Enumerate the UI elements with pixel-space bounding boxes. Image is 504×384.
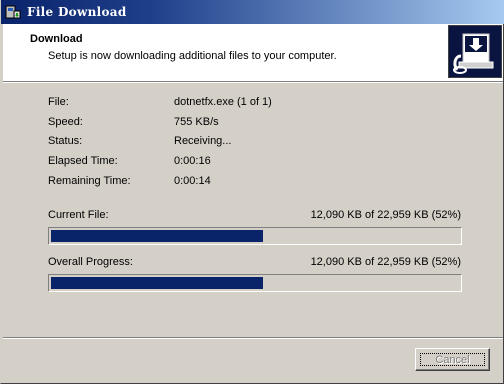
status-value: Receiving... <box>174 135 232 147</box>
header-banner: Download Setup is now downloading additi… <box>3 24 503 82</box>
elapsed-time-value: 0:00:16 <box>174 155 211 167</box>
elapsed-time-label: Elapsed Time: <box>48 155 118 167</box>
overall-progress-fill <box>51 277 263 289</box>
current-file-progress-fill <box>51 230 263 242</box>
file-value: dotnetfx.exe (1 of 1) <box>174 96 272 108</box>
overall-progress-status: 12,090 KB of 22,959 KB (52%) <box>310 256 461 268</box>
current-file-status: 12,090 KB of 22,959 KB (52%) <box>310 209 461 221</box>
page-heading: Download <box>30 33 83 45</box>
window-title: File Download <box>27 5 127 19</box>
remaining-time-label: Remaining Time: <box>48 175 131 187</box>
page-subheading: Setup is now downloading additional file… <box>48 50 337 62</box>
current-file-progress-bar <box>48 227 462 245</box>
download-computer-icon <box>448 25 502 78</box>
file-label: File: <box>48 96 69 108</box>
speed-label: Speed: <box>48 116 83 128</box>
speed-value: 755 KB/s <box>174 116 219 128</box>
remaining-time-value: 0:00:14 <box>174 175 211 187</box>
file-download-dialog: File Download Download Setup is now down… <box>0 0 504 384</box>
overall-progress-label: Overall Progress: <box>48 256 133 268</box>
cancel-button-label: Cancel <box>420 353 485 366</box>
title-bar[interactable]: File Download <box>1 0 504 24</box>
footer-divider <box>3 337 503 339</box>
header-divider <box>3 82 503 83</box>
setup-icon <box>5 5 21 19</box>
current-file-label: Current File: <box>48 209 109 221</box>
overall-progress-bar <box>48 274 462 292</box>
status-label: Status: <box>48 135 83 147</box>
cancel-button[interactable]: Cancel <box>415 348 490 371</box>
